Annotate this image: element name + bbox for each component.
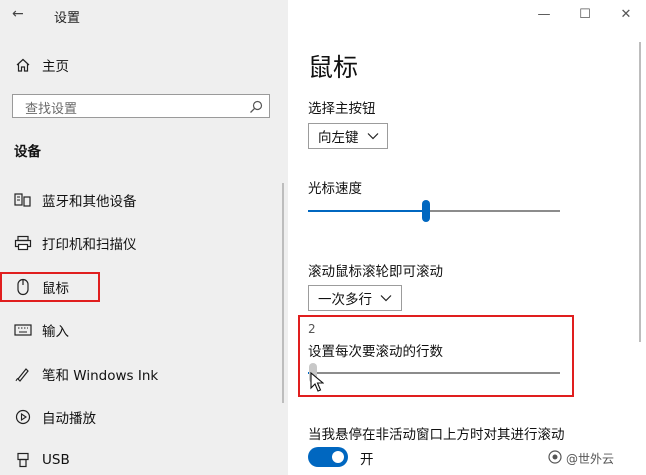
printer-icon <box>14 234 32 252</box>
sidebar-item-label: 输入 <box>42 324 69 340</box>
cursor-speed-label: 光标速度 <box>308 181 362 197</box>
inactive-scroll-toggle[interactable] <box>308 447 348 467</box>
main-scrollbar[interactable] <box>639 42 641 342</box>
pen-icon <box>14 365 32 383</box>
primary-button-label: 选择主按钮 <box>308 101 376 117</box>
lines-to-scroll-highlight-box <box>298 315 574 397</box>
sidebar-scrollbar[interactable] <box>282 183 284 403</box>
autoplay-icon <box>14 408 32 426</box>
sidebar-item-autoplay[interactable]: 自动播放 <box>14 405 96 429</box>
search-placeholder: 查找设置 <box>25 102 78 117</box>
cursor-speed-slider[interactable] <box>308 200 560 222</box>
scroll-mode-label: 滚动鼠标滚轮即可滚动 <box>308 264 443 280</box>
inactive-scroll-label: 当我悬停在非活动窗口上方时对其进行滚动 <box>308 427 565 443</box>
sidebar-item-printers[interactable]: 打印机和扫描仪 <box>14 231 137 255</box>
minimize-button[interactable]: — <box>530 4 558 24</box>
usb-icon <box>14 451 32 469</box>
sidebar-item-label: USB <box>42 452 70 468</box>
sidebar-item-home[interactable]: 主页 <box>14 53 69 77</box>
mouse-highlight-box <box>0 272 100 302</box>
scroll-mode-value: 一次多行 <box>318 292 372 308</box>
sidebar-item-label: 笔和 Windows Ink <box>42 368 159 384</box>
section-heading-devices: 设备 <box>14 144 41 160</box>
settings-sidebar: ← 设置 主页 查找设置 设备 蓝牙和其他设备 打印机和扫描仪 鼠标 输入 笔和… <box>0 0 288 475</box>
cursor-speed-fill <box>308 210 427 212</box>
sidebar-item-typing[interactable]: 输入 <box>14 318 69 342</box>
watermark: @世外云 <box>548 450 614 467</box>
sidebar-item-label: 打印机和扫描仪 <box>42 237 137 253</box>
mouse-settings-pane: — ☐ ✕ 鼠标 选择主按钮 向左键 光标速度 滚动鼠标滚轮即可滚动 一次多行 … <box>288 0 646 475</box>
chevron-down-icon <box>367 128 379 144</box>
mouse-pointer-icon <box>310 371 325 396</box>
watermark-logo-icon <box>548 450 562 467</box>
primary-button-dropdown[interactable]: 向左键 <box>308 123 388 149</box>
cursor-speed-thumb[interactable] <box>422 200 431 222</box>
keyboard-icon <box>14 321 32 339</box>
sidebar-item-pen[interactable]: 笔和 Windows Ink <box>14 362 158 386</box>
sidebar-item-label: 蓝牙和其他设备 <box>42 194 137 210</box>
bluetooth-device-icon <box>14 191 32 209</box>
sidebar-item-label: 自动播放 <box>42 411 96 427</box>
window-title: 设置 <box>54 11 81 26</box>
page-title: 鼠标 <box>308 53 359 82</box>
search-icon[interactable] <box>249 99 263 118</box>
back-arrow-icon[interactable]: ← <box>12 6 24 22</box>
scroll-mode-dropdown[interactable]: 一次多行 <box>308 285 402 311</box>
toggle-knob <box>332 451 344 463</box>
sidebar-item-usb[interactable]: USB <box>14 448 70 472</box>
sidebar-item-bluetooth[interactable]: 蓝牙和其他设备 <box>14 188 137 212</box>
watermark-text: @世外云 <box>566 452 615 466</box>
chevron-down-icon <box>380 290 392 306</box>
close-button[interactable]: ✕ <box>612 4 640 24</box>
sidebar-item-label: 主页 <box>42 59 69 75</box>
primary-button-value: 向左键 <box>318 130 359 146</box>
search-input[interactable]: 查找设置 <box>12 94 270 118</box>
maximize-button[interactable]: ☐ <box>571 4 599 24</box>
inactive-scroll-toggle-label: 开 <box>360 452 374 468</box>
home-icon <box>14 56 32 74</box>
